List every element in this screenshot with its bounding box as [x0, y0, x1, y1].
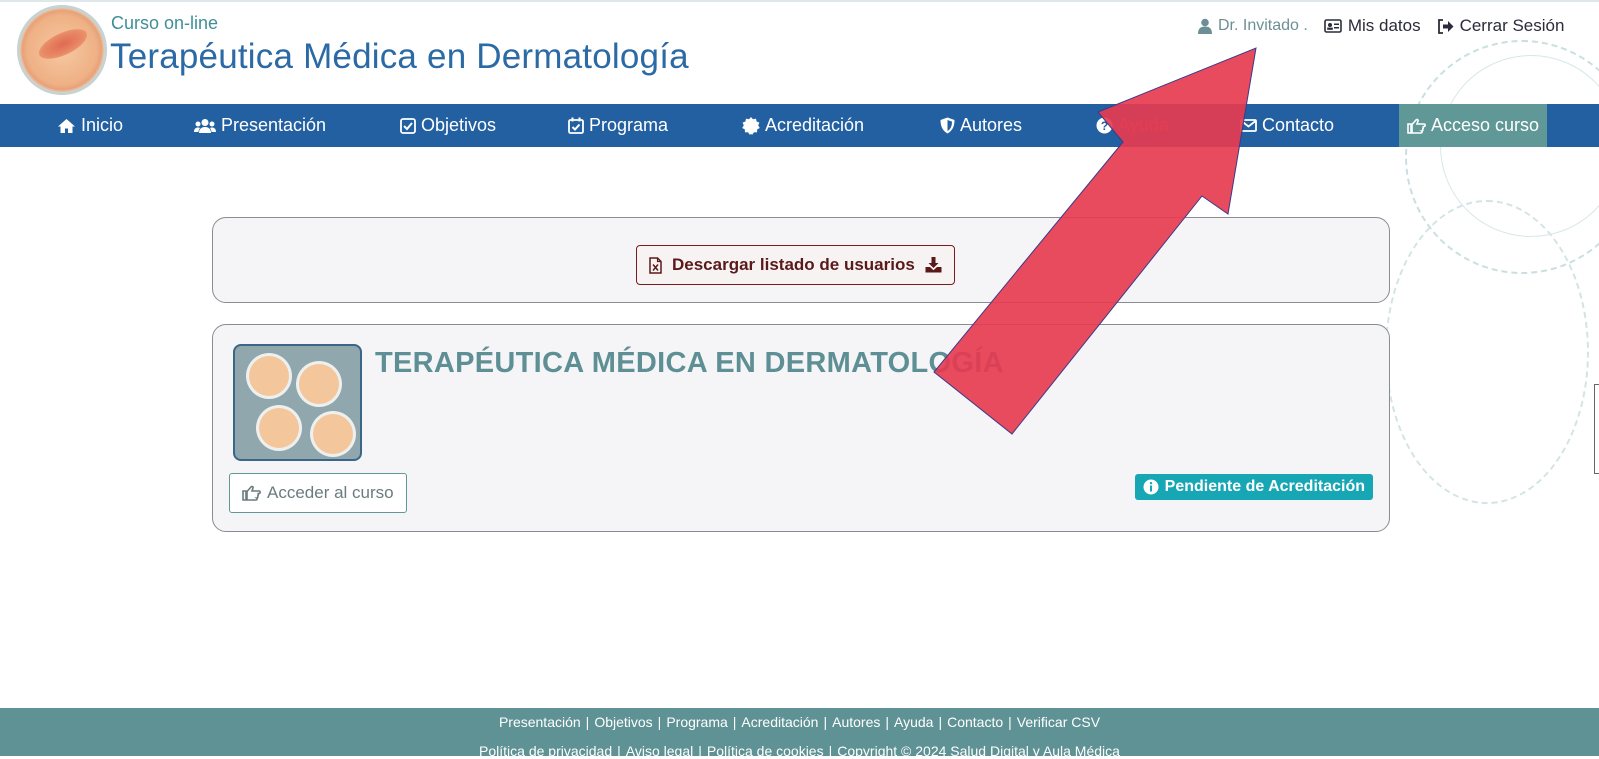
separator: |	[1008, 714, 1012, 730]
logout-label: Cerrar Sesión	[1459, 16, 1565, 35]
status-label: Pendiente de Acreditación	[1164, 478, 1365, 495]
main-nav: Inicio Presentación Objetivos Programa A…	[0, 104, 1599, 147]
nav-item-acreditacion[interactable]: Acreditación	[742, 104, 864, 147]
logout-link[interactable]: Cerrar Sesión	[1437, 16, 1565, 36]
footer-links-legal: Política de privacidad | Aviso legal | Polít…	[0, 743, 1599, 759]
nav-label: Acreditación	[765, 115, 865, 135]
footer-link-contacto[interactable]: Contacto	[947, 714, 1003, 730]
footer-link-presentacion[interactable]: Presentación	[499, 714, 581, 730]
info-circle-icon	[1143, 479, 1159, 495]
access-course-label: Acceder al curso	[267, 483, 394, 502]
nav-label: Programa	[589, 115, 669, 135]
envelope-icon	[1240, 119, 1257, 132]
sign-out-icon	[1437, 18, 1454, 34]
shield-icon	[940, 117, 955, 134]
footer-link-objetivos[interactable]: Objetivos	[594, 714, 652, 730]
status-badge: Pendiente de Acreditación	[1134, 474, 1373, 500]
nav-item-ayuda[interactable]: ? Ayuda	[1096, 104, 1169, 147]
check-square-icon	[400, 117, 416, 134]
my-data-label: Mis datos	[1347, 16, 1421, 35]
nav-item-presentacion[interactable]: Presentación	[194, 104, 326, 147]
svg-text:?: ?	[1101, 119, 1108, 133]
access-course-button[interactable]: Acceder al curso	[229, 473, 407, 513]
header-kicker: Curso on-line	[111, 13, 219, 33]
petri-dish	[249, 356, 289, 396]
course-title[interactable]: TERAPÉUTICA MÉDICA EN DERMATOLOGÍA	[375, 347, 1004, 380]
question-circle-icon: ?	[1096, 117, 1113, 134]
footer-link-verificar-csv[interactable]: Verificar CSV	[1017, 714, 1100, 730]
course-logo[interactable]	[17, 5, 107, 95]
nav-label: Inicio	[81, 115, 124, 135]
separator: |	[828, 743, 833, 759]
nav-item-contacto[interactable]: Contacto	[1240, 104, 1334, 147]
home-icon	[57, 118, 76, 134]
calendar-check-icon	[568, 117, 584, 134]
separator: |	[885, 714, 889, 730]
top-border	[0, 0, 1599, 2]
separator: |	[617, 743, 621, 759]
nav-item-autores[interactable]: Autores	[940, 104, 1022, 147]
footer-link-privacidad[interactable]: Política de privacidad	[479, 743, 612, 759]
user-icon	[1198, 18, 1212, 34]
nav-label: Contacto	[1262, 115, 1335, 135]
my-data-link[interactable]: Mis datos	[1324, 16, 1421, 36]
footer-links-primary: Presentación | Objetivos | Programa | Acredita…	[0, 714, 1599, 730]
separator: |	[732, 714, 737, 730]
footer-link-programa[interactable]: Programa	[666, 714, 727, 730]
nav-item-objetivos[interactable]: Objetivos	[400, 104, 496, 147]
site-title[interactable]: Terapéutica Médica en Dermatología	[110, 37, 689, 77]
separator: |	[657, 714, 662, 730]
petri-dish	[259, 408, 299, 448]
side-feedback-tab[interactable]	[1594, 384, 1599, 474]
hand-pointer-icon	[1407, 118, 1426, 134]
footer-link-cookies[interactable]: Política de cookies	[707, 743, 824, 759]
id-card-icon	[1324, 19, 1342, 33]
petri-dish	[299, 364, 339, 404]
nav-item-inicio[interactable]: Inicio	[57, 104, 123, 147]
download-users-button[interactable]: Descargar listado de usuarios	[636, 245, 955, 285]
separator: |	[938, 714, 943, 730]
hand-pointer-icon	[242, 485, 261, 501]
certificate-icon	[742, 116, 760, 135]
excel-file-icon	[649, 256, 662, 274]
download-panel: Descargar listado de usuarios	[212, 217, 1390, 303]
decorative-circle	[1385, 200, 1589, 504]
nav-label: Acceso curso	[1431, 115, 1540, 135]
nav-label: Ayuda	[1118, 115, 1169, 135]
separator: |	[823, 714, 828, 730]
users-icon	[194, 118, 216, 134]
nav-label: Objetivos	[421, 115, 497, 135]
course-card: TERAPÉUTICA MÉDICA EN DERMATOLOGÍA Acced…	[212, 324, 1390, 532]
nav-item-programa[interactable]: Programa	[568, 104, 668, 147]
nav-label: Autores	[960, 115, 1023, 135]
footer-link-acreditacion[interactable]: Acreditación	[741, 714, 818, 730]
user-menu: Dr. Invitado . Mis datos Cerrar Sesión	[1198, 16, 1580, 36]
copyright: Copyright © 2024 Salud Digital y Aula Mé…	[837, 743, 1120, 759]
nav-label: Presentación	[221, 115, 327, 135]
separator: |	[585, 714, 590, 730]
logo-spot	[34, 23, 92, 65]
footer-link-ayuda[interactable]: Ayuda	[894, 714, 933, 730]
course-thumbnail[interactable]	[233, 344, 362, 461]
nav-item-acceso-curso[interactable]: Acceso curso	[1399, 104, 1548, 147]
user-name-item: Dr. Invitado .	[1198, 17, 1308, 35]
footer: Presentación | Objetivos | Programa | Acredita…	[0, 708, 1599, 759]
separator: |	[698, 743, 702, 759]
download-icon	[925, 257, 942, 273]
user-name: Dr. Invitado .	[1218, 17, 1308, 34]
download-label: Descargar listado de usuarios	[672, 255, 915, 274]
petri-dish	[313, 414, 353, 454]
footer-link-autores[interactable]: Autores	[832, 714, 880, 730]
footer-link-aviso-legal[interactable]: Aviso legal	[626, 743, 693, 759]
